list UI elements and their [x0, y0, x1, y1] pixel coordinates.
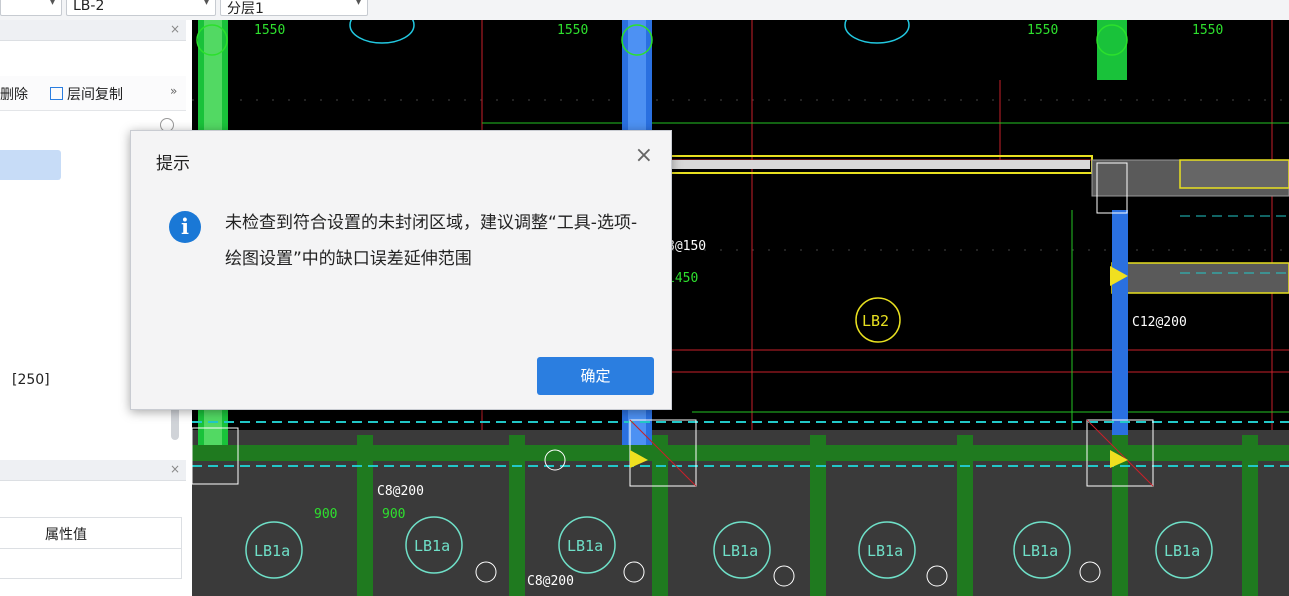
svg-text:LB1a: LB1a [722, 542, 758, 560]
floor-select[interactable]: ▾ [0, 0, 62, 16]
chevron-down-icon: ▾ [49, 0, 55, 8]
ok-button[interactable]: 确定 [537, 357, 654, 395]
svg-text:1550: 1550 [1192, 23, 1223, 38]
property-panel-header: × [0, 460, 186, 481]
property-grid-row[interactable] [0, 549, 182, 579]
dialog-message: 未检查到符合设置的未封闭区域，建议调整“工具-选项-绘图设置”中的缺口误差延伸范… [225, 213, 638, 269]
svg-text:900: 900 [314, 507, 337, 522]
svg-text:LB2: LB2 [862, 312, 889, 330]
svg-text:LB1a: LB1a [1164, 542, 1200, 560]
top-toolbar: ▾ LB-2 ▾ 分层1 ▾ [0, 0, 1289, 21]
close-icon[interactable]: × [170, 22, 180, 36]
svg-text:LB1a: LB1a [254, 542, 290, 560]
svg-text:1550: 1550 [557, 23, 588, 38]
thickness-value: [250] [12, 372, 50, 388]
component-select[interactable]: LB-2 ▾ [66, 0, 216, 16]
layer-select[interactable]: 分层1 ▾ [220, 0, 368, 17]
svg-text:900: 900 [382, 507, 405, 522]
svg-text:1550: 1550 [1027, 23, 1058, 38]
chevron-down-icon: ▾ [355, 0, 361, 8]
svg-text:1550: 1550 [254, 23, 285, 38]
dialog-title: 提示 [156, 154, 190, 174]
svg-text:C12@200: C12@200 [1132, 315, 1187, 330]
close-icon[interactable]: × [170, 462, 180, 476]
copy-floor-button[interactable]: 层间复制 [67, 84, 123, 104]
prompt-dialog: 提示 × i 未检查到符合设置的未封闭区域，建议调整“工具-选项-绘图设置”中的… [130, 130, 672, 410]
svg-text:8@150: 8@150 [667, 239, 706, 254]
selected-list-item[interactable] [0, 150, 61, 180]
svg-text:C8@200: C8@200 [377, 484, 424, 499]
svg-text:LB1a: LB1a [414, 537, 450, 555]
svg-text:LB1a: LB1a [567, 537, 603, 555]
svg-text:LB1a: LB1a [1022, 542, 1058, 560]
svg-text:C8@200: C8@200 [527, 574, 574, 589]
chevron-down-icon: ▾ [203, 0, 209, 8]
panel-toolbar: 删除 层间复制 » [0, 76, 186, 111]
info-icon: i [169, 211, 201, 243]
property-value-header: 属性值 [45, 527, 87, 543]
copy-icon [50, 87, 63, 100]
close-icon[interactable]: × [635, 143, 653, 168]
delete-button[interactable]: 删除 [0, 84, 28, 104]
panel-header: × [0, 20, 186, 41]
property-grid-header: 属性值 [0, 517, 182, 549]
svg-text:LB1a: LB1a [867, 542, 903, 560]
more-icon[interactable]: » [170, 84, 177, 98]
component-select-value: LB-2 [73, 0, 105, 14]
layer-select-value: 分层1 [227, 1, 264, 17]
